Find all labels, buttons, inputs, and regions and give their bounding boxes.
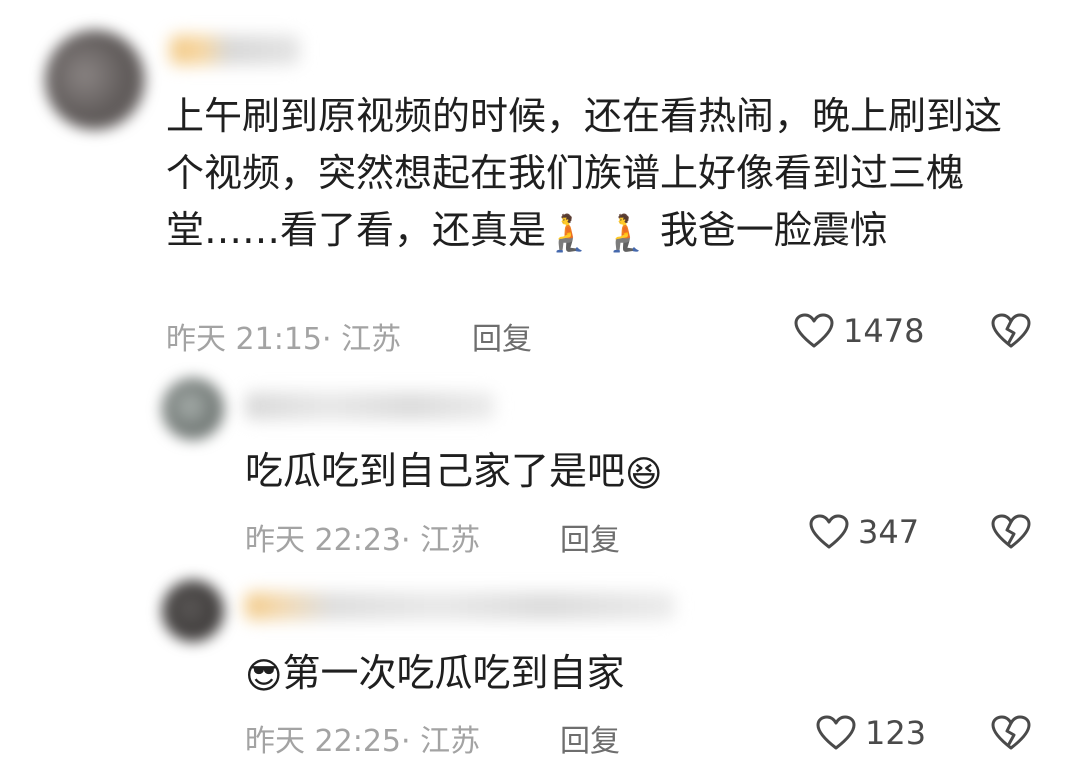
like-button[interactable]: 123 [815, 714, 926, 752]
heart-outline-icon [794, 313, 834, 348]
like-button[interactable]: 1478 [793, 312, 924, 350]
comment-time-location: 昨天 21:15· 江苏 [166, 322, 402, 357]
username-blurred[interactable] [245, 592, 675, 620]
laughing-emoji: 😆 [625, 454, 663, 495]
comment-text: 😎第一次吃瓜吃到自家 [245, 648, 625, 702]
comment-time-location: 昨天 22:23· 江苏 [245, 523, 481, 558]
broken-heart-icon[interactable] [990, 714, 1032, 752]
comment-body-tail: 我爸一脸震惊 [659, 208, 888, 252]
broken-heart-icon[interactable] [990, 312, 1032, 350]
reply-button[interactable]: 回复 [560, 515, 620, 559]
like-button[interactable]: 347 [808, 513, 919, 551]
reply-button[interactable]: 回复 [472, 314, 532, 358]
heart-outline-icon [816, 715, 856, 750]
comment-text: 上午刷到原视频的时候，还在看热闹，晚上刷到这个视频，突然想起在我们族谱上好像看到… [166, 88, 1026, 262]
sunglasses-crying-emoji: 😎 [245, 656, 283, 697]
kneeling-person-emoji: 🧎 [602, 213, 648, 254]
comment-time-location: 昨天 22:25· 江苏 [245, 724, 481, 759]
avatar[interactable] [162, 378, 224, 440]
avatar[interactable] [162, 580, 224, 642]
reply-button[interactable]: 回复 [560, 716, 620, 760]
username-blurred[interactable] [170, 35, 300, 65]
comment-body: 第一次吃瓜吃到自家 [282, 651, 625, 695]
comment-text: 吃瓜吃到自己家了是吧😆 [245, 446, 663, 500]
kneeling-person-emoji: 🧎 [546, 213, 591, 254]
like-count: 347 [858, 513, 920, 551]
comment-body: 吃瓜吃到自己家了是吧 [245, 449, 626, 493]
comment-thread: 上午刷到原视频的时候，还在看热闹，晚上刷到这个视频，突然想起在我们族谱上好像看到… [0, 0, 1080, 775]
username-blurred[interactable] [245, 392, 495, 420]
avatar[interactable] [45, 30, 145, 130]
like-count: 123 [865, 714, 927, 752]
broken-heart-icon[interactable] [990, 513, 1032, 551]
like-count: 1478 [843, 312, 925, 350]
heart-outline-icon [809, 514, 849, 549]
